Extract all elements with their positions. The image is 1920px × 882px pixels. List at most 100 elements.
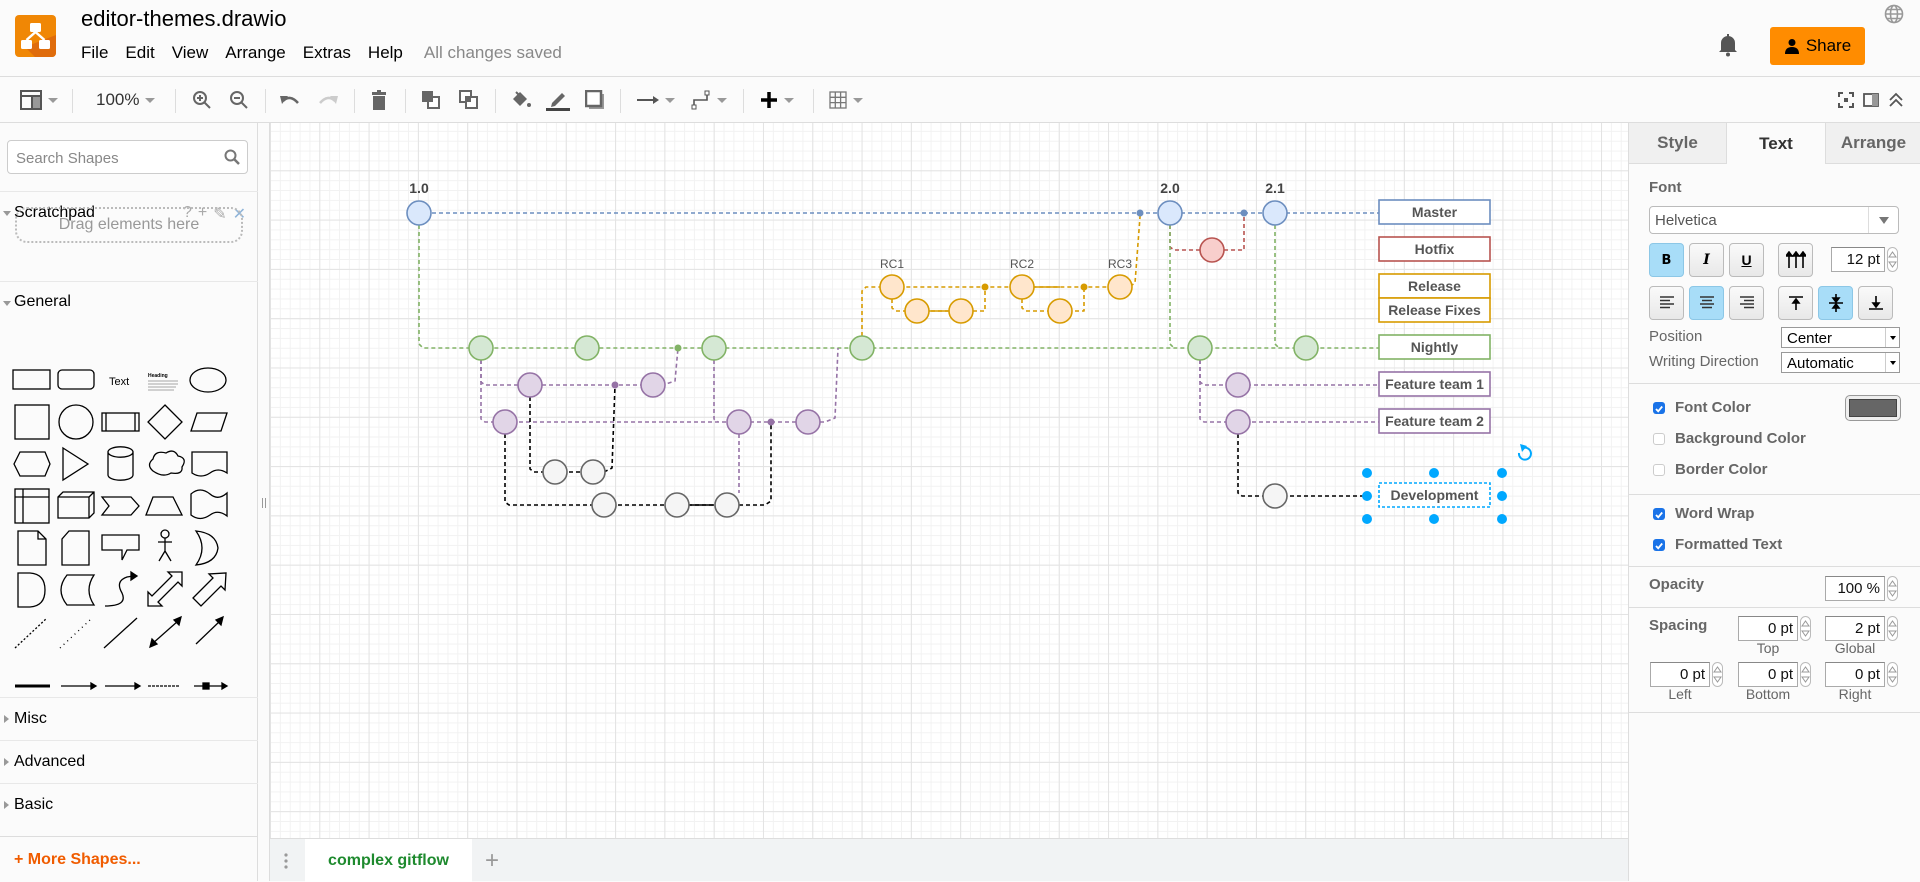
shape-diamond[interactable] [147,404,183,440]
shape-dotted-line[interactable] [59,619,91,649]
shape-hexagon[interactable] [13,451,51,477]
menu-extras[interactable]: Extras [303,43,360,63]
shape-directional-connector[interactable] [195,620,221,645]
menu-arrange[interactable]: Arrange [225,43,294,63]
shape-process[interactable] [101,412,140,432]
align-left-button[interactable] [1649,286,1684,320]
connection-style-button[interactable] [637,87,675,113]
misc-section[interactable]: Misc [0,697,258,739]
spacing-left-stepper[interactable] [1712,662,1723,687]
spacing-bottom-input[interactable]: 0 pt [1738,662,1798,687]
shape-bidirectional-connector[interactable] [151,620,179,645]
shape-parallelogram[interactable] [190,412,228,432]
add-page-button[interactable]: + [485,847,499,875]
spacing-top-stepper[interactable] [1800,616,1811,641]
shape-text[interactable]: Text [109,376,129,388]
table-button[interactable] [829,87,863,113]
fullscreen-button[interactable] [1838,87,1854,113]
spacing-right-input[interactable]: 0 pt [1825,662,1885,687]
shape-delay[interactable] [17,572,46,608]
development-commit[interactable] [714,492,740,518]
shape-single-arrow[interactable] [192,572,227,607]
resize-handle[interactable] [1362,514,1372,524]
to-back-button[interactable] [459,87,479,113]
splitter-grip-icon[interactable] [262,498,266,508]
format-panel-button[interactable] [20,87,58,113]
rotate-handle-icon[interactable] [1517,444,1532,461]
scratchpad-dropzone[interactable]: Drag elements here [15,207,243,243]
font-color-swatch[interactable] [1845,395,1901,421]
release-fix-commit[interactable] [904,298,930,324]
lane-release-fixes[interactable]: Release Fixes [1378,297,1491,323]
release-fix-commit[interactable] [948,298,974,324]
development-commit[interactable] [1262,483,1288,509]
spacing-bottom-stepper[interactable] [1800,662,1811,687]
line-color-button[interactable] [546,87,570,113]
feature-team-1-commit[interactable] [517,372,543,398]
development-commit[interactable] [580,459,606,485]
tab-style[interactable]: Style [1629,123,1727,164]
align-bottom-button[interactable] [1858,286,1893,320]
italic-button[interactable]: I [1689,243,1724,277]
align-top-button[interactable] [1778,286,1813,320]
shape-cloud[interactable] [148,450,185,476]
shape-rounded-rectangle[interactable] [57,369,95,390]
feature-team-1-commit[interactable] [640,372,666,398]
spacing-top-input[interactable]: 0 pt [1738,616,1798,641]
fill-color-button[interactable] [510,87,532,113]
development-commit[interactable] [591,492,617,518]
release-fix-commit[interactable] [1047,298,1073,324]
shape-triangle[interactable] [62,446,90,482]
shape-square[interactable] [14,404,50,440]
shape-actor[interactable] [158,529,172,562]
nightly-commit[interactable] [701,335,727,361]
development-commit[interactable] [664,492,690,518]
writing-direction-select[interactable]: Automatic [1781,352,1900,373]
master-commit-1-0[interactable] [406,200,432,226]
shape-circle[interactable] [58,404,94,440]
feature-team-1-commit[interactable] [1225,372,1251,398]
release-commit-rc1[interactable] [879,274,905,300]
basic-section[interactable]: Basic [0,783,258,825]
shape-note[interactable] [17,530,47,566]
shape-internal-storage[interactable] [14,488,50,524]
search-icon[interactable] [224,149,240,165]
resize-handle[interactable] [1429,514,1439,524]
shape-bidirectional-arrow[interactable] [147,571,183,607]
lane-feature-team-1[interactable]: Feature team 1 [1378,371,1491,397]
shape-ellipse[interactable] [189,367,227,393]
feature-team-2-commit[interactable] [795,409,821,435]
toggle-format-panel-button[interactable] [1863,87,1879,113]
resize-handle[interactable] [1497,514,1507,524]
release-commit-rc3[interactable] [1107,274,1133,300]
diagram-canvas[interactable]: 1.0 2.0 2.1 RC1 RC2 RC3 Master Hotfix Release Rel… [270,123,1628,838]
shape-curved-arrow[interactable] [104,575,134,607]
nightly-commit[interactable] [1187,335,1213,361]
feature-team-2-commit[interactable] [1225,409,1251,435]
zoom-in-button[interactable] [192,87,212,113]
shape-line[interactable] [103,617,138,649]
resize-handle[interactable] [1362,468,1372,478]
hotfix-commit[interactable] [1199,237,1225,263]
border-color-checkbox[interactable] [1653,464,1665,476]
nightly-commit[interactable] [849,335,875,361]
font-size-input[interactable]: 12 pt [1831,247,1885,272]
shape-callout[interactable] [101,534,140,561]
development-commit[interactable] [542,459,568,485]
vertical-text-button[interactable] [1778,243,1813,277]
master-commit-2-1[interactable] [1262,200,1288,226]
shape-cube[interactable] [57,491,95,519]
lane-nightly[interactable]: Nightly [1378,334,1491,360]
spacing-global-stepper[interactable] [1887,616,1898,641]
shape-rectangle[interactable] [12,369,51,390]
bold-button[interactable]: B [1649,243,1684,277]
feature-team-2-commit[interactable] [726,409,752,435]
share-button[interactable]: Share [1770,27,1865,65]
shape-data-storage[interactable] [60,574,96,606]
waypoints-button[interactable] [691,87,727,113]
align-center-button[interactable] [1689,286,1724,320]
resize-handle[interactable] [1497,468,1507,478]
drawio-logo[interactable] [15,15,56,57]
delete-button[interactable] [371,87,387,113]
font-family-select[interactable]: Helvetica [1649,206,1899,234]
